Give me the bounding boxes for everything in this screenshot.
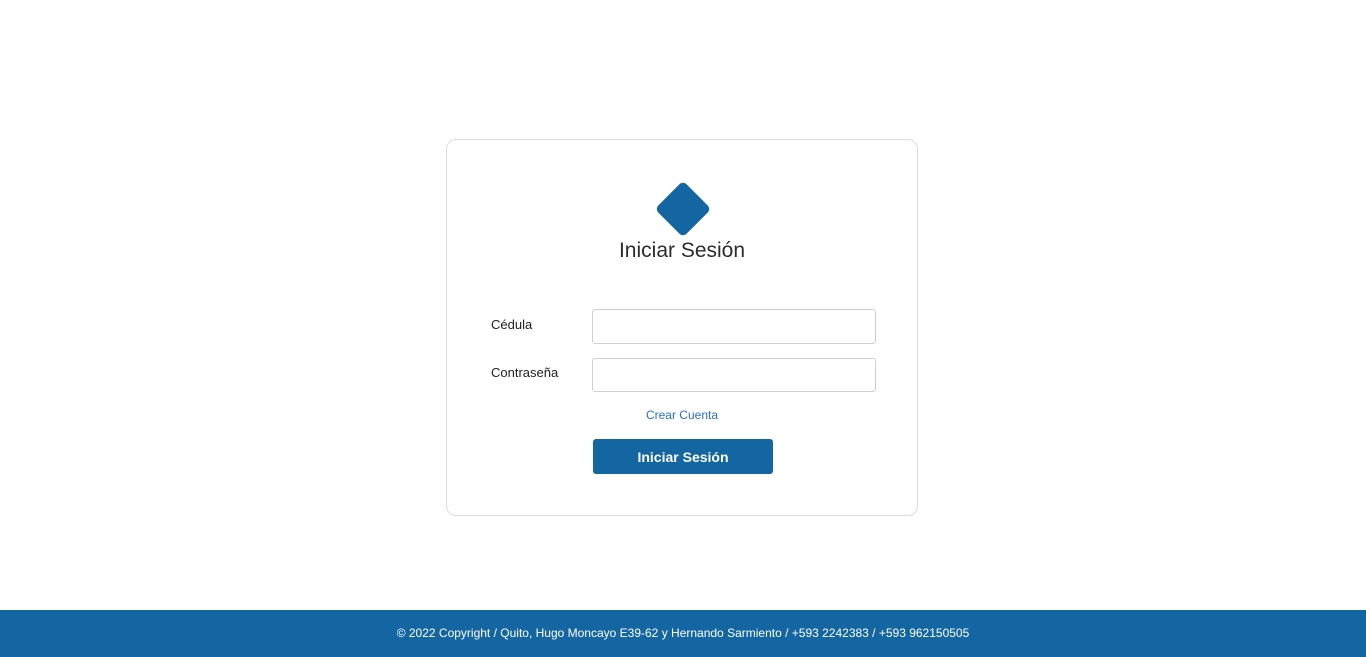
page-title: Iniciar Sesión [618,239,746,262]
footer: © 2022 Copyright / Quito, Hugo Moncayo E… [0,610,1366,657]
cedula-label: Cédula [491,317,533,332]
login-submit-button[interactable]: Iniciar Sesión [593,439,773,474]
login-page: Iniciar Sesión Cédula Contraseña Crear C… [0,0,1366,657]
password-input[interactable] [592,358,876,392]
footer-text: © 2022 Copyright / Quito, Hugo Moncayo E… [396,626,970,640]
password-label: Contraseña [491,365,559,380]
cedula-input[interactable] [592,309,876,344]
create-account-link[interactable]: Crear Cuenta [446,408,918,422]
